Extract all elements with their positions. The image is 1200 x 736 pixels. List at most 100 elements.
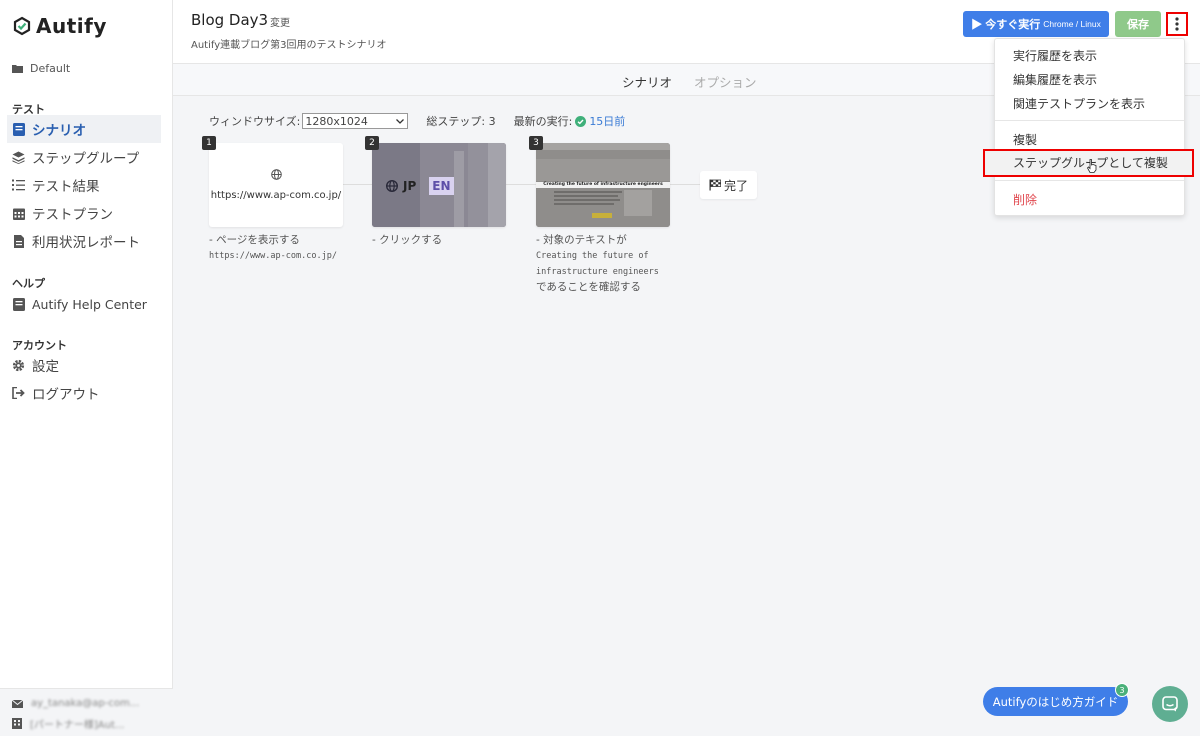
kebab-icon (1175, 17, 1179, 31)
step-description-3: - 対象のテキストが Creating the future of infras… (536, 233, 670, 295)
sidebar-footer: ay_tanaka@ap-com... [パートナー様]Aut... (0, 688, 173, 736)
workspace-name: Default (30, 62, 71, 75)
tab-options[interactable]: オプション (694, 72, 757, 91)
chat-launcher[interactable] (1152, 686, 1188, 722)
menu-divider (995, 120, 1184, 121)
organization-name: [パートナー様]Aut... (30, 720, 125, 731)
gear-icon (12, 359, 25, 372)
section-label-help: ヘルプ (12, 277, 45, 290)
step-action: - 対象のテキストが (536, 234, 627, 246)
step-connector (343, 184, 373, 185)
menu-item-duplicate[interactable]: 複製 (1013, 131, 1037, 148)
language-jp: JP (403, 179, 417, 193)
sidebar-item-label: 設定 (32, 359, 59, 375)
window-size-value: 1280x1024 (305, 114, 368, 128)
chevron-down-icon (396, 118, 405, 124)
done-label: 完了 (723, 178, 748, 193)
sidebar-item-test-results[interactable]: テスト結果 (7, 171, 161, 199)
autify-logo-icon (13, 16, 31, 36)
language-en: EN (429, 177, 454, 195)
logo-text: Autify (36, 14, 107, 38)
total-steps: 総ステップ: 3 (426, 115, 496, 128)
page-title: Blog Day3 (191, 11, 269, 29)
done-step[interactable]: 完了 (700, 171, 757, 199)
step-value: Creating the future of infrastructure en… (536, 251, 659, 277)
scenario-info-bar: ウィンドウサイズ: 1280x1024 総ステップ: 3 最新の実行: 15日前 (209, 113, 625, 129)
menu-item-run-history[interactable]: 実行履歴を表示 (1013, 47, 1097, 64)
thumbnail-headline: Creating the future of infrastructure en… (543, 182, 663, 187)
sidebar-item-label: テストプラン (32, 207, 113, 223)
layers-icon (12, 151, 25, 164)
sidebar-item-scenario[interactable]: シナリオ (7, 115, 161, 143)
sidebar-item-label: Autify Help Center (32, 296, 147, 312)
run-environment: Chrome / Linux (1043, 19, 1101, 29)
globe-icon (270, 169, 282, 180)
sidebar-item-label: シナリオ (32, 123, 86, 139)
step-value: https://www.ap-com.co.jp/ (209, 251, 337, 261)
guide-badge: 3 (1115, 683, 1129, 697)
run-now-button[interactable]: ▶ 今すぐ実行 Chrome / Linux (963, 11, 1109, 37)
sidebar-item-usage-report[interactable]: 利用状況レポート (7, 227, 161, 255)
book-icon (12, 297, 25, 311)
step-description-2: - クリックする (372, 233, 506, 248)
tab-scenario[interactable]: シナリオ (622, 72, 672, 91)
menu-item-related-plans[interactable]: 関連テストプランを表示 (1013, 95, 1145, 112)
sidebar-item-logout[interactable]: ログアウト (7, 379, 161, 407)
chat-icon (1162, 696, 1178, 712)
scenario-description: Autify連載ブログ第3回用のテストシナリオ (191, 40, 387, 51)
calendar-icon (12, 207, 25, 220)
last-run-label: 最新の実行: (513, 115, 573, 128)
sidebar-item-label: 利用状況レポート (32, 235, 140, 251)
step-description-1: - ページを表示する https://www.ap-com.co.jp/ (209, 233, 343, 264)
autify-logo[interactable]: Autify (12, 14, 107, 38)
step-card-3[interactable]: Creating the future of infrastructure en… (536, 143, 670, 227)
step-card-2[interactable]: JP EN (372, 143, 506, 227)
folder-icon (12, 65, 23, 73)
step-url: https://www.ap-com.co.jp/ (210, 190, 342, 201)
sidebar-item-help-center[interactable]: Autify Help Center (7, 290, 161, 318)
run-now-label: ▶ 今すぐ実行 (971, 19, 1041, 31)
step-action-suffix: であることを確認する (536, 281, 641, 293)
getting-started-guide-button[interactable]: Autifyのはじめ方ガイド (983, 687, 1128, 716)
globe-icon (386, 180, 398, 192)
step-number: 1 (202, 136, 216, 150)
more-actions-menu: 実行履歴を表示 編集履歴を表示 関連テストプランを表示 複製 ステップグループと… (983, 38, 1194, 216)
sidebar-item-step-group[interactable]: ステップグループ (7, 143, 161, 171)
step-number: 3 (529, 136, 543, 150)
sidebar-item-settings[interactable]: 設定 (7, 351, 161, 379)
last-run: 最新の実行: 15日前 (514, 113, 626, 129)
window-size-select[interactable]: 1280x1024 (302, 113, 409, 129)
sidebar-item-label: ステップグループ (32, 151, 140, 167)
step-number: 2 (365, 136, 379, 150)
check-circle-icon (575, 115, 587, 127)
save-button[interactable]: 保存 (1115, 11, 1161, 37)
file-icon (12, 234, 25, 248)
menu-item-edit-history[interactable]: 編集履歴を表示 (1013, 71, 1097, 88)
book-icon (12, 122, 25, 136)
envelope-icon (12, 699, 23, 708)
sidebar-item-test-plan[interactable]: テストプラン (7, 199, 161, 227)
step-connector (670, 184, 700, 185)
checkered-flag-icon (709, 179, 721, 191)
menu-item-delete[interactable]: 削除 (1013, 191, 1037, 208)
more-menu-button[interactable] (1166, 12, 1188, 36)
user-email: ay_tanaka@ap-com... (31, 698, 140, 709)
sidebar-item-label: ログアウト (32, 387, 100, 403)
building-icon (12, 718, 22, 729)
organization-row[interactable]: [パートナー様]Aut... (12, 716, 124, 731)
workspace-selector[interactable]: Default (12, 62, 70, 75)
window-size-label: ウィンドウサイズ: (209, 115, 301, 128)
sidebar: Autify Default テスト シナリオ ステップグループ テスト結果 テ… (0, 0, 173, 736)
sidebar-item-label: テスト結果 (32, 179, 100, 195)
step-connector (506, 184, 536, 185)
step-action: - ページを表示する (209, 234, 300, 246)
checklist-icon (12, 179, 25, 192)
step-action: - クリックする (372, 234, 443, 246)
language-switcher: JP EN (386, 177, 454, 195)
hand-cursor-icon (1087, 159, 1097, 176)
step-card-1[interactable]: https://www.ap-com.co.jp/ (209, 143, 343, 227)
change-title-link[interactable]: 変更 (270, 14, 290, 29)
user-email-row[interactable]: ay_tanaka@ap-com... (12, 698, 139, 709)
menu-divider (995, 180, 1184, 181)
last-run-link[interactable]: 15日前 (589, 113, 625, 129)
